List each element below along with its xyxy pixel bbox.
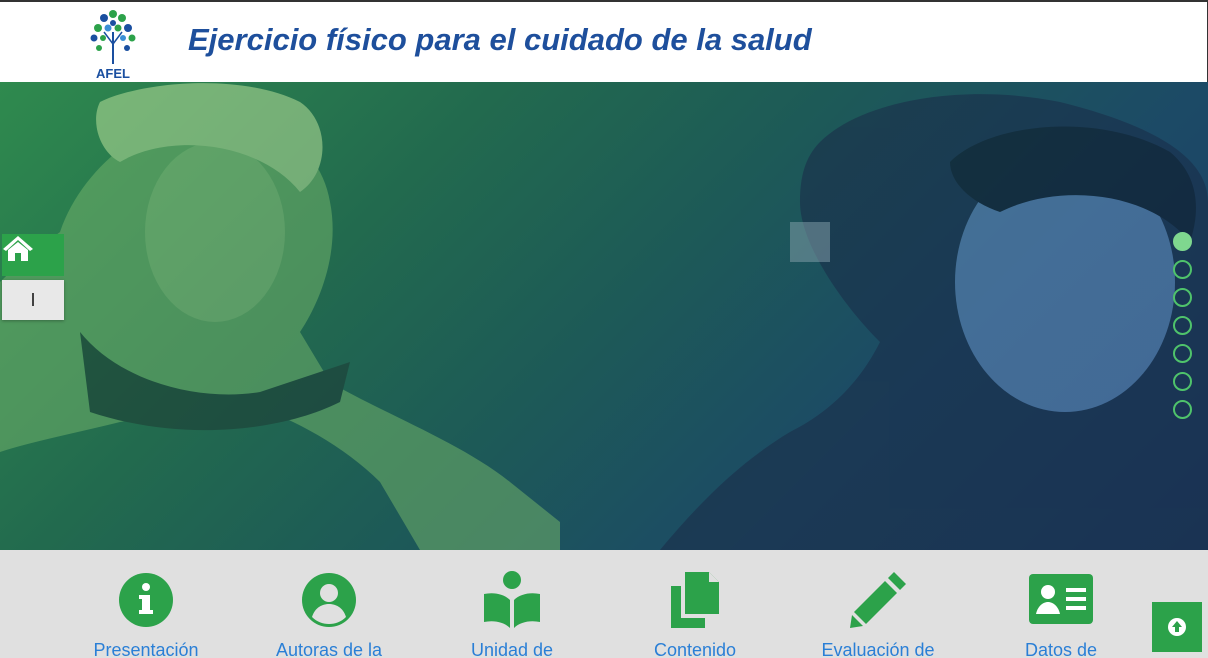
home-icon <box>3 236 33 261</box>
menu-item-label: Presentación <box>93 640 199 658</box>
slider-dot[interactable] <box>1173 372 1192 391</box>
menu-item-label: Datos de <box>1024 640 1098 658</box>
id-card-icon <box>1029 574 1093 624</box>
slider-dot[interactable] <box>1173 400 1192 419</box>
site-header: AFEL Ejercicio físico para el cuidado de… <box>0 0 1208 82</box>
scroll-top-button[interactable] <box>1152 602 1202 652</box>
slider-dot[interactable] <box>1173 344 1192 363</box>
section-label-button[interactable]: I <box>2 280 64 320</box>
menu-item-label: Autoras de la <box>275 640 383 658</box>
section-menu: Presentación Autoras de la Unidad de Con… <box>0 550 1208 658</box>
slider-dots <box>1173 232 1193 428</box>
menu-item-label: Unidad de <box>470 640 554 658</box>
tree-logo-icon <box>90 10 136 64</box>
home-button[interactable] <box>2 234 64 276</box>
slider-dot[interactable] <box>1173 232 1192 251</box>
copy-files-icon <box>671 572 719 628</box>
book-reader-icon <box>484 571 540 628</box>
slider-dot[interactable] <box>1173 288 1192 307</box>
logo-text: AFEL <box>96 66 130 81</box>
menu-item-unidad[interactable]: Unidad de <box>432 570 592 658</box>
info-circle-icon <box>119 573 173 627</box>
menu-item-presentacion[interactable]: Presentación <box>66 570 226 658</box>
afel-logo[interactable]: AFEL <box>86 6 140 82</box>
pencil-icon <box>850 572 906 628</box>
menu-item-autoras[interactable]: Autoras de la <box>249 570 409 658</box>
menu-item-contenido[interactable]: Contenido <box>615 570 775 658</box>
hero-athletes-image <box>0 83 1208 550</box>
slider-dot[interactable] <box>1173 260 1192 279</box>
hero-banner: I <box>0 82 1208 550</box>
menu-item-datos[interactable]: Datos de <box>981 570 1141 658</box>
menu-item-label: Evaluación de <box>821 640 935 658</box>
page-title: Ejercicio físico para el cuidado de la s… <box>188 22 812 57</box>
menu-item-evaluacion[interactable]: Evaluación de <box>798 570 958 658</box>
user-circle-icon <box>302 573 356 627</box>
slider-dot[interactable] <box>1173 316 1192 335</box>
menu-item-label: Contenido <box>653 640 737 658</box>
arrow-up-circle-icon <box>1168 618 1186 636</box>
